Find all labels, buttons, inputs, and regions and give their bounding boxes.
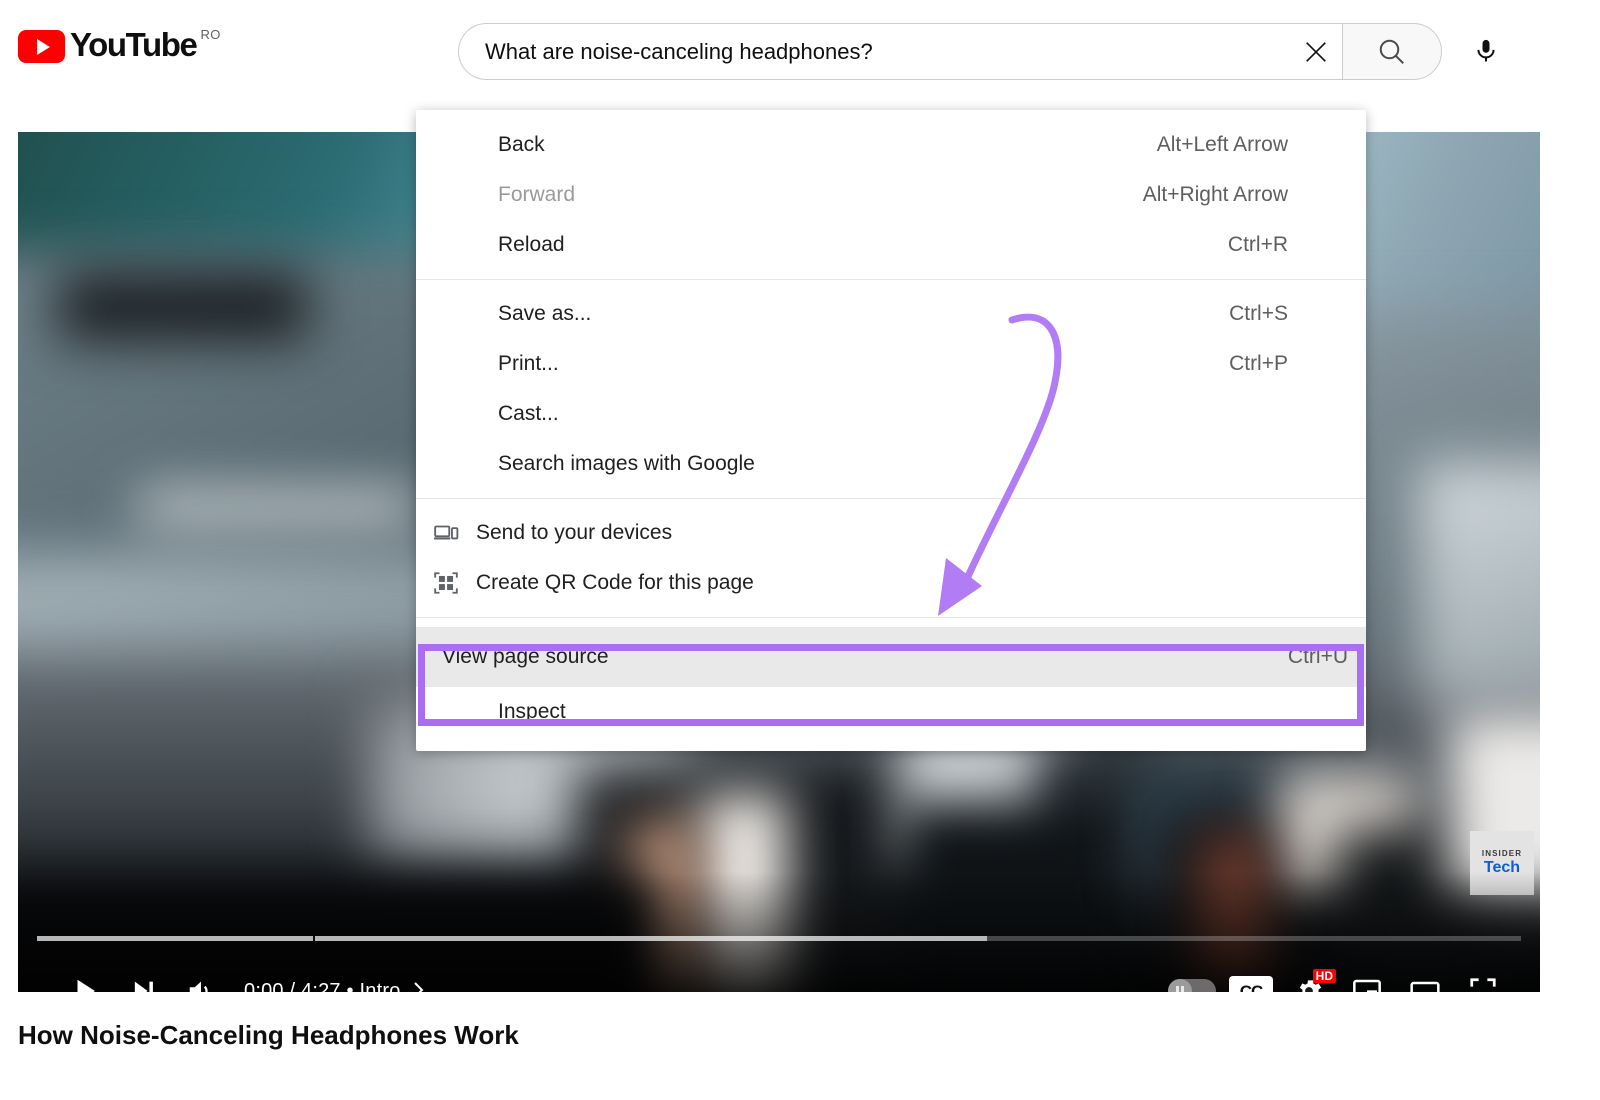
menu-item-print[interactable]: Print... Ctrl+P: [416, 339, 1366, 389]
progress-bar[interactable]: [37, 936, 1521, 941]
close-x-icon[interactable]: [1290, 23, 1342, 80]
play-icon[interactable]: [56, 962, 114, 992]
player-left-controls: 0:00 / 4:27 • Intro: [56, 962, 426, 992]
menu-item-label: Print...: [498, 352, 559, 376]
chapter-bullet: •: [347, 980, 354, 993]
youtube-logo-text: YouTube: [70, 26, 196, 64]
player-control-bar: 0:00 / 4:27 • Intro: [18, 872, 1540, 992]
menu-item-view-page-source[interactable]: View page source Ctrl+U: [416, 627, 1366, 687]
menu-item-label: View page source: [442, 645, 609, 669]
search-button[interactable]: [1342, 23, 1442, 80]
menu-item-label: Save as...: [498, 302, 591, 326]
search-input[interactable]: What are noise-canceling headphones?: [458, 23, 1342, 80]
menu-item-label: Cast...: [498, 402, 559, 426]
fullscreen-icon[interactable]: [1454, 962, 1512, 992]
menu-item-label: Forward: [498, 183, 575, 207]
menu-group-page-actions: Save as... Ctrl+S Print... Ctrl+P Cast..…: [416, 289, 1366, 489]
menu-item-accelerator: Ctrl+P: [1229, 352, 1288, 376]
browser-context-menu[interactable]: Back Alt+Left Arrow Forward Alt+Right Ar…: [416, 110, 1366, 751]
menu-item-label: Back: [498, 133, 545, 157]
menu-group-navigation: Back Alt+Left Arrow Forward Alt+Right Ar…: [416, 120, 1366, 270]
menu-item-cast[interactable]: Cast...: [416, 389, 1366, 439]
volume-icon[interactable]: [172, 962, 230, 992]
menu-item-accelerator: Ctrl+R: [1228, 233, 1288, 257]
video-title: How Noise-Canceling Headphones Work: [18, 1020, 519, 1051]
menu-item-reload[interactable]: Reload Ctrl+R: [416, 220, 1366, 270]
menu-item-label: Send to your devices: [476, 521, 672, 545]
theater-mode-icon[interactable]: [1396, 962, 1454, 992]
menu-item-label: Reload: [498, 233, 565, 257]
menu-item-save-as[interactable]: Save as... Ctrl+S: [416, 289, 1366, 339]
closed-captions-icon[interactable]: CC: [1222, 962, 1280, 992]
time-separator: /: [290, 980, 296, 993]
menu-item-inspect[interactable]: Inspect: [416, 687, 1366, 737]
autoplay-toggle-off[interactable]: [1162, 962, 1222, 992]
menu-item-search-images-with-google[interactable]: Search images with Google: [416, 439, 1366, 489]
menu-group-developer: View page source Ctrl+U Inspect: [416, 627, 1366, 737]
menu-item-accelerator: Ctrl+U: [1288, 645, 1348, 669]
cc-label: CC: [1240, 983, 1263, 993]
devices-icon: [416, 520, 476, 546]
menu-separator: [416, 279, 1366, 280]
menu-item-accelerator: Alt+Right Arrow: [1143, 183, 1288, 207]
time-current: 0:00: [244, 980, 284, 993]
next-video-icon[interactable]: [114, 962, 172, 992]
gear-icon[interactable]: HD: [1280, 962, 1338, 992]
browser-header: YouTube RO What are noise-canceling head…: [0, 0, 1600, 110]
watermark-line-1: INSIDER: [1482, 849, 1522, 858]
menu-item-accelerator: Ctrl+S: [1229, 302, 1288, 326]
search-bar: What are noise-canceling headphones?: [458, 23, 1442, 80]
menu-item-label: Create QR Code for this page: [476, 571, 754, 595]
youtube-watch-page: YouTube RO What are noise-canceling head…: [0, 0, 1600, 1100]
country-code-label: RO: [200, 27, 220, 42]
player-right-controls: CC HD: [1162, 962, 1512, 992]
menu-group-share: Send to your devices Create QR Code for …: [416, 508, 1366, 608]
chapter-marker: [313, 936, 315, 941]
menu-item-label: Inspect: [498, 700, 566, 724]
menu-item-forward: Forward Alt+Right Arrow: [416, 170, 1366, 220]
quality-hd-badge: HD: [1313, 969, 1336, 983]
time-display: 0:00 / 4:27 • Intro: [244, 980, 426, 993]
youtube-logo[interactable]: YouTube RO: [18, 26, 221, 64]
search-input-value: What are noise-canceling headphones?: [485, 39, 1290, 65]
menu-item-send-to-your-devices[interactable]: Send to your devices: [416, 508, 1366, 558]
qr-code-icon: [416, 570, 476, 596]
chapter-label[interactable]: Intro: [360, 980, 401, 993]
microphone-icon[interactable]: [1462, 27, 1510, 75]
magnifier-icon: [1377, 37, 1407, 67]
time-total: 4:27: [301, 980, 341, 993]
youtube-play-icon: [18, 30, 65, 63]
chevron-right-icon[interactable]: [412, 980, 426, 993]
menu-separator: [416, 498, 1366, 499]
progress-buffered: [37, 936, 987, 941]
miniplayer-icon[interactable]: [1338, 962, 1396, 992]
menu-item-label: Search images with Google: [498, 452, 755, 476]
menu-separator: [416, 617, 1366, 618]
menu-item-accelerator: Alt+Left Arrow: [1157, 133, 1288, 157]
menu-item-back[interactable]: Back Alt+Left Arrow: [416, 120, 1366, 170]
menu-item-create-qr-code[interactable]: Create QR Code for this page: [416, 558, 1366, 608]
